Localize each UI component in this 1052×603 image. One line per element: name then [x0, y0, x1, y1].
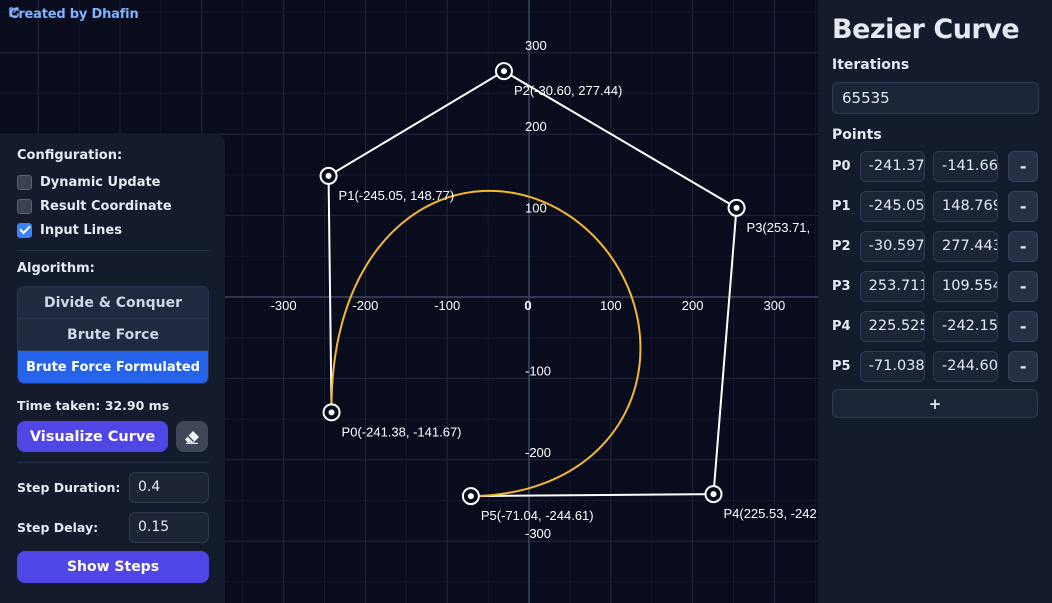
checkbox-result-coordinate[interactable]: Result Coordinate — [17, 194, 209, 218]
y-tick-label: -200 — [525, 445, 551, 460]
point-x-input[interactable]: 225.525 — [859, 310, 925, 342]
point-row: P0 -241.37 -141.66 - — [832, 146, 1038, 186]
y-tick-label: -100 — [525, 363, 551, 378]
point-row: P5 -71.038 -244.60 - — [832, 346, 1038, 386]
x-tick-label: 100 — [600, 298, 622, 313]
control-line — [327, 175, 333, 413]
x-tick-label: -100 — [434, 298, 460, 313]
credit-text[interactable]: Created by Dhafin — [9, 7, 139, 22]
algorithm-brute-force-formulated[interactable]: Brute Force Formulated — [18, 351, 208, 383]
point-label: P5 — [832, 358, 851, 374]
point-y-input[interactable]: 277.443 — [933, 230, 999, 262]
points-label: Points — [832, 127, 882, 143]
checkbox-box[interactable] — [17, 198, 32, 214]
point-x-input[interactable]: -245.05 — [859, 190, 925, 222]
point-y-input[interactable]: -242.15 — [933, 310, 999, 342]
y-tick-label: -300 — [525, 526, 551, 541]
bezier-curve — [330, 189, 642, 498]
external-link-icon — [9, 7, 19, 17]
divider — [17, 250, 209, 251]
remove-point-button[interactable]: - — [1008, 310, 1038, 342]
point-y-input[interactable]: -244.60 — [933, 350, 999, 382]
algorithm-title: Algorithm: — [17, 261, 95, 276]
app: -300 -200 -100 0 100 200 300 300 200 100 -100 -200-… — [0, 0, 1052, 603]
point-label: P4 — [832, 318, 851, 334]
checkbox-box[interactable] — [17, 222, 32, 238]
y-tick-label: 200 — [525, 119, 547, 134]
step-delay-input[interactable]: 0.15 — [129, 511, 209, 543]
point-x-input[interactable]: -30.597 — [859, 230, 925, 262]
x-tick-label: -200 — [352, 298, 378, 313]
point-label: P2 — [832, 238, 851, 254]
step-delay-label: Step Delay: — [17, 519, 99, 535]
y-tick-label: 300 — [525, 38, 547, 53]
algorithm-brute-force[interactable]: Brute Force — [18, 319, 208, 351]
control-point-dot — [710, 491, 717, 498]
divider — [17, 462, 209, 463]
eraser-icon — [185, 430, 199, 444]
points-list: P0 -241.37 -141.66 - P1 -245.05 148.769 … — [832, 146, 1038, 386]
control-point-label: P2(-30.60, 277.44) — [514, 83, 622, 98]
point-y-input[interactable]: 148.769 — [933, 190, 999, 222]
remove-point-button[interactable]: - — [1008, 270, 1038, 302]
x-tick-label: -300 — [271, 298, 297, 313]
time-taken: Time taken: 32.90 ms — [17, 398, 170, 413]
control-point-label: P3(253.71, — [747, 220, 811, 235]
control-point-label: P5(-71.04, -244.61) — [481, 508, 594, 523]
checkbox-input-lines[interactable]: Input Lines — [17, 218, 209, 242]
point-label: P1 — [832, 198, 851, 214]
checkbox-label: Result Coordinate — [40, 198, 172, 214]
checkbox-label: Input Lines — [40, 222, 122, 238]
algorithm-divide-conquer[interactable]: Divide & Conquer — [18, 287, 208, 319]
remove-point-button[interactable]: - — [1008, 150, 1038, 182]
control-point-label: P4(225.53, -242 — [723, 506, 816, 521]
remove-point-button[interactable]: - — [1008, 190, 1038, 222]
point-x-input[interactable]: -241.37 — [859, 150, 925, 182]
control-point-label: P1(-245.05, 148.77) — [339, 188, 455, 203]
add-point-button[interactable]: + — [832, 389, 1038, 418]
control-line — [470, 493, 714, 498]
point-label: P0 — [832, 158, 851, 174]
clear-button[interactable] — [176, 421, 208, 452]
iterations-label: Iterations — [832, 57, 910, 73]
config-panel: Configuration: Dynamic Update Result Coo… — [0, 134, 225, 603]
remove-point-button[interactable]: - — [1008, 230, 1038, 262]
point-y-input[interactable]: 109.554 — [933, 270, 999, 302]
point-row: P4 225.525 -242.15 - — [832, 306, 1038, 346]
point-row: P1 -245.05 148.769 - — [832, 186, 1038, 226]
point-label: P3 — [832, 278, 851, 294]
checkbox-box[interactable] — [17, 174, 32, 190]
x-tick-label: 0 — [524, 298, 531, 313]
x-tick-label: 300 — [764, 298, 786, 313]
checkbox-label: Dynamic Update — [40, 174, 161, 190]
point-x-input[interactable]: -71.038 — [859, 350, 925, 382]
visualize-curve-button[interactable]: Visualize Curve — [17, 421, 168, 452]
config-title: Configuration: — [17, 148, 123, 163]
control-point-label: P0(-241.38, -141.67) — [342, 424, 462, 439]
algorithm-selector: Divide & Conquer Brute Force Brute Force… — [17, 286, 209, 384]
remove-point-button[interactable]: - — [1008, 350, 1038, 382]
control-point-dot — [325, 172, 332, 179]
point-row: P3 253.7119 109.554 - — [832, 266, 1038, 306]
point-x-input[interactable]: 253.7119 — [859, 270, 925, 302]
panel-title: Bezier Curve — [832, 14, 1020, 45]
control-point-dot — [328, 409, 335, 416]
point-y-input[interactable]: -141.66 — [933, 150, 999, 182]
control-point-dot — [500, 68, 507, 75]
step-duration-label: Step Duration: — [17, 479, 121, 495]
x-tick-label: 200 — [682, 298, 704, 313]
credit-link[interactable]: Created by Dhafin — [9, 7, 139, 22]
control-line — [328, 70, 505, 177]
control-point-dot — [733, 204, 740, 211]
point-row: P2 -30.597 277.443 - — [832, 226, 1038, 266]
step-duration-input[interactable]: 0.4 — [129, 471, 209, 503]
control-point-dot — [467, 493, 474, 500]
checkbox-dynamic-update[interactable]: Dynamic Update — [17, 170, 209, 194]
bezier-panel: Bezier Curve Iterations 65535 Points P0 … — [818, 0, 1052, 603]
iterations-input[interactable]: 65535 — [832, 82, 1039, 114]
show-steps-button[interactable]: Show Steps — [17, 551, 209, 583]
